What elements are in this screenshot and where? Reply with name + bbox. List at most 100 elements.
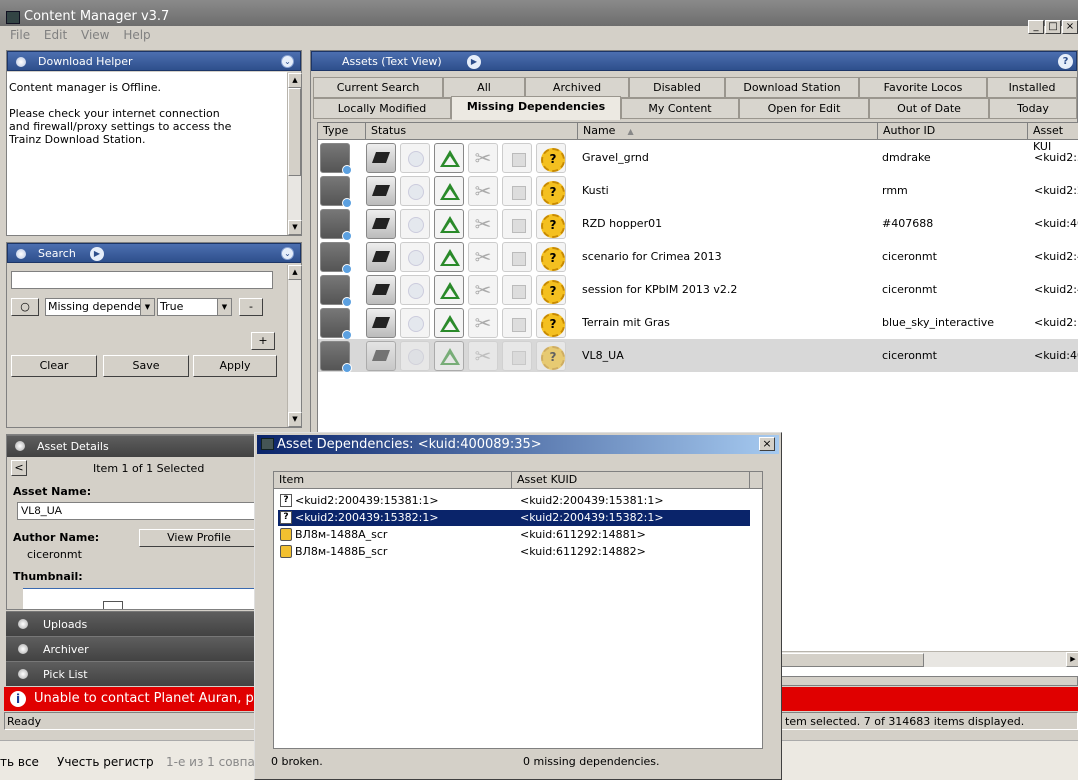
remove-filter-button[interactable]: -: [239, 298, 263, 316]
search-options-icon[interactable]: ▶: [90, 247, 104, 261]
tab-my-content[interactable]: My Content: [621, 98, 739, 119]
dependency-row[interactable]: ? <kuid2:200439:15382:1> <kuid2:200439:153…: [277, 509, 751, 527]
misc-icon: [320, 341, 352, 373]
help-icon[interactable]: ?: [1058, 54, 1073, 69]
dropdown-arrow-icon[interactable]: ▼: [140, 299, 154, 315]
copy-icon: [502, 209, 532, 239]
dropdown-arrow-icon[interactable]: ▼: [217, 299, 231, 315]
asset-row[interactable]: ✂ session for KPbIM 2013 v2.2 ciceronmt <ku…: [318, 273, 1078, 307]
column-asset-kuid[interactable]: Asset KUI: [1028, 123, 1078, 153]
menu-edit[interactable]: Edit: [44, 28, 67, 42]
collapse-icon[interactable]: ⌄: [281, 55, 294, 68]
add-filter-button[interactable]: +: [251, 332, 275, 350]
scroll-up-icon[interactable]: ▲: [288, 265, 302, 280]
tab-missing-dependencies[interactable]: Missing Dependencies: [451, 96, 621, 120]
search-input[interactable]: [11, 271, 273, 289]
asset-kuid: <kuid:40: [1034, 217, 1078, 230]
search-scrollbar[interactable]: ▲ ▼: [287, 265, 302, 427]
tab-disabled[interactable]: Disabled: [629, 77, 725, 98]
archiver-panel-header[interactable]: Archiver: [6, 636, 256, 661]
dependency-kuid: <kuid2:200439:15382:1>: [520, 511, 664, 524]
asset-row[interactable]: ✂ RZD hopper01 #407688 <kuid:40: [318, 207, 1078, 241]
search-panel: Search ▶ ⌄ ○ Missing dependenc ▼ True ▼ - …: [6, 242, 302, 428]
scroll-down-icon[interactable]: ▼: [288, 220, 302, 235]
scroll-down-icon[interactable]: ▼: [288, 412, 302, 427]
tab-all[interactable]: All: [443, 77, 525, 98]
asset-row[interactable]: ✂ VL8_UA ciceronmt <kuid:400: [318, 339, 1078, 373]
item-counter: Item 1 of 1 Selected: [93, 462, 205, 475]
missing-dependency-icon: [536, 275, 566, 305]
tab-installed[interactable]: Installed: [987, 77, 1077, 98]
asset-row[interactable]: ✂ scenario for Crimea 2013 ciceronmt <kuid2…: [318, 240, 1078, 274]
previous-item-button[interactable]: <: [11, 460, 27, 476]
dependency-row[interactable]: ? <kuid2:200439:15381:1> <kuid2:200439:153…: [278, 493, 750, 509]
apply-button[interactable]: Apply: [193, 355, 277, 377]
asset-details-header[interactable]: Asset Details: [7, 435, 255, 457]
brush-icon: [320, 143, 352, 175]
local-install-icon: [366, 308, 396, 338]
menu-help[interactable]: Help: [123, 28, 150, 42]
match-case-option[interactable]: Учесть регистр: [57, 755, 154, 769]
view-options-icon[interactable]: ▶: [467, 55, 481, 69]
download-helper-panel: Download Helper ⌄ Content manager is Off…: [6, 50, 302, 236]
tab-download-station[interactable]: Download Station: [725, 77, 859, 98]
menu-file[interactable]: File: [10, 28, 30, 42]
disc-icon: [400, 242, 430, 272]
clear-button[interactable]: Clear: [11, 355, 97, 377]
filter-field-select[interactable]: Missing dependenc ▼: [45, 298, 155, 316]
find-all-option[interactable]: ть все: [0, 755, 39, 769]
pick-list-panel-header[interactable]: Pick List: [6, 661, 256, 686]
filter-toggle-button[interactable]: ○: [11, 298, 39, 316]
asset-row[interactable]: ✂ Gravel_grnd dmdrake <kuid2:33: [318, 141, 1078, 175]
column-asset-kuid[interactable]: Asset KUID: [512, 472, 750, 489]
tab-current-search[interactable]: Current Search: [313, 77, 443, 98]
menu-view[interactable]: View: [81, 28, 109, 42]
column-type[interactable]: Type: [318, 123, 366, 140]
tab-out-of-date[interactable]: Out of Date: [869, 98, 989, 119]
asset-author: blue_sky_interactive: [882, 316, 995, 329]
missing-dependency-icon: [536, 143, 566, 173]
tools-icon: ✂: [468, 209, 498, 239]
asset-name-field[interactable]: [17, 502, 255, 520]
dependency-rows: ? <kuid2:200439:15381:1> <kuid2:200439:153…: [277, 492, 751, 560]
scroll-up-icon[interactable]: ▲: [288, 73, 302, 88]
scenario-icon: [320, 242, 352, 274]
assets-header: Assets (Text View) ▶ ?: [311, 51, 1077, 71]
tab-favorite-locos[interactable]: Favorite Locos: [859, 77, 987, 98]
column-item[interactable]: Item: [274, 472, 512, 489]
tab-open-for-edit[interactable]: Open for Edit: [739, 98, 869, 119]
download-helper-header[interactable]: Download Helper ⌄: [7, 51, 301, 71]
collapse-icon[interactable]: ⌄: [281, 247, 294, 260]
asset-author: #407688: [882, 217, 934, 230]
asset-row[interactable]: ✂ Terrain mit Gras blue_sky_interactive <ku…: [318, 306, 1078, 340]
local-install-icon: [366, 275, 396, 305]
download-helper-scrollbar[interactable]: ▲ ▼: [287, 73, 302, 235]
info-icon: i: [10, 691, 26, 707]
tab-today[interactable]: Today: [989, 98, 1077, 119]
dependency-row[interactable]: ВЛ8м-1488Б_scr <kuid:611292:14882>: [278, 544, 750, 560]
save-button[interactable]: Save: [103, 355, 189, 377]
tab-locally-modified[interactable]: Locally Modified: [313, 98, 451, 119]
asset-name: session for KPbIM 2013 v2.2: [582, 283, 738, 296]
column-status[interactable]: Status: [366, 123, 578, 140]
disc-icon: [400, 209, 430, 239]
scroll-thumb[interactable]: [288, 88, 301, 176]
payware-warning-icon: [434, 275, 464, 305]
asset-row[interactable]: ✂ Kusti rmm <kuid2:21: [318, 174, 1078, 208]
uploads-title: Uploads: [43, 618, 88, 631]
script-asset-icon: [280, 545, 292, 558]
filter-value-select[interactable]: True ▼: [157, 298, 232, 316]
asset-name: scenario for Crimea 2013: [582, 250, 722, 263]
view-profile-button[interactable]: View Profile: [139, 529, 255, 547]
scroll-right-icon[interactable]: ▶: [1066, 652, 1078, 667]
dialog-close-button[interactable]: ×: [759, 437, 775, 451]
panel-bullet-icon: [18, 669, 28, 679]
uploads-panel-header[interactable]: Uploads: [6, 611, 256, 636]
search-header[interactable]: Search ▶ ⌄: [7, 243, 301, 263]
asset-name: Terrain mit Gras: [582, 316, 670, 329]
column-author-id[interactable]: Author ID: [878, 123, 1028, 140]
tab-archived[interactable]: Archived: [525, 77, 629, 98]
asset-kuid: <kuid2:21: [1034, 184, 1078, 197]
column-name[interactable]: Name ▲: [578, 123, 878, 140]
dependency-row[interactable]: ВЛ8м-1488А_scr <kuid:611292:14881>: [278, 527, 750, 543]
